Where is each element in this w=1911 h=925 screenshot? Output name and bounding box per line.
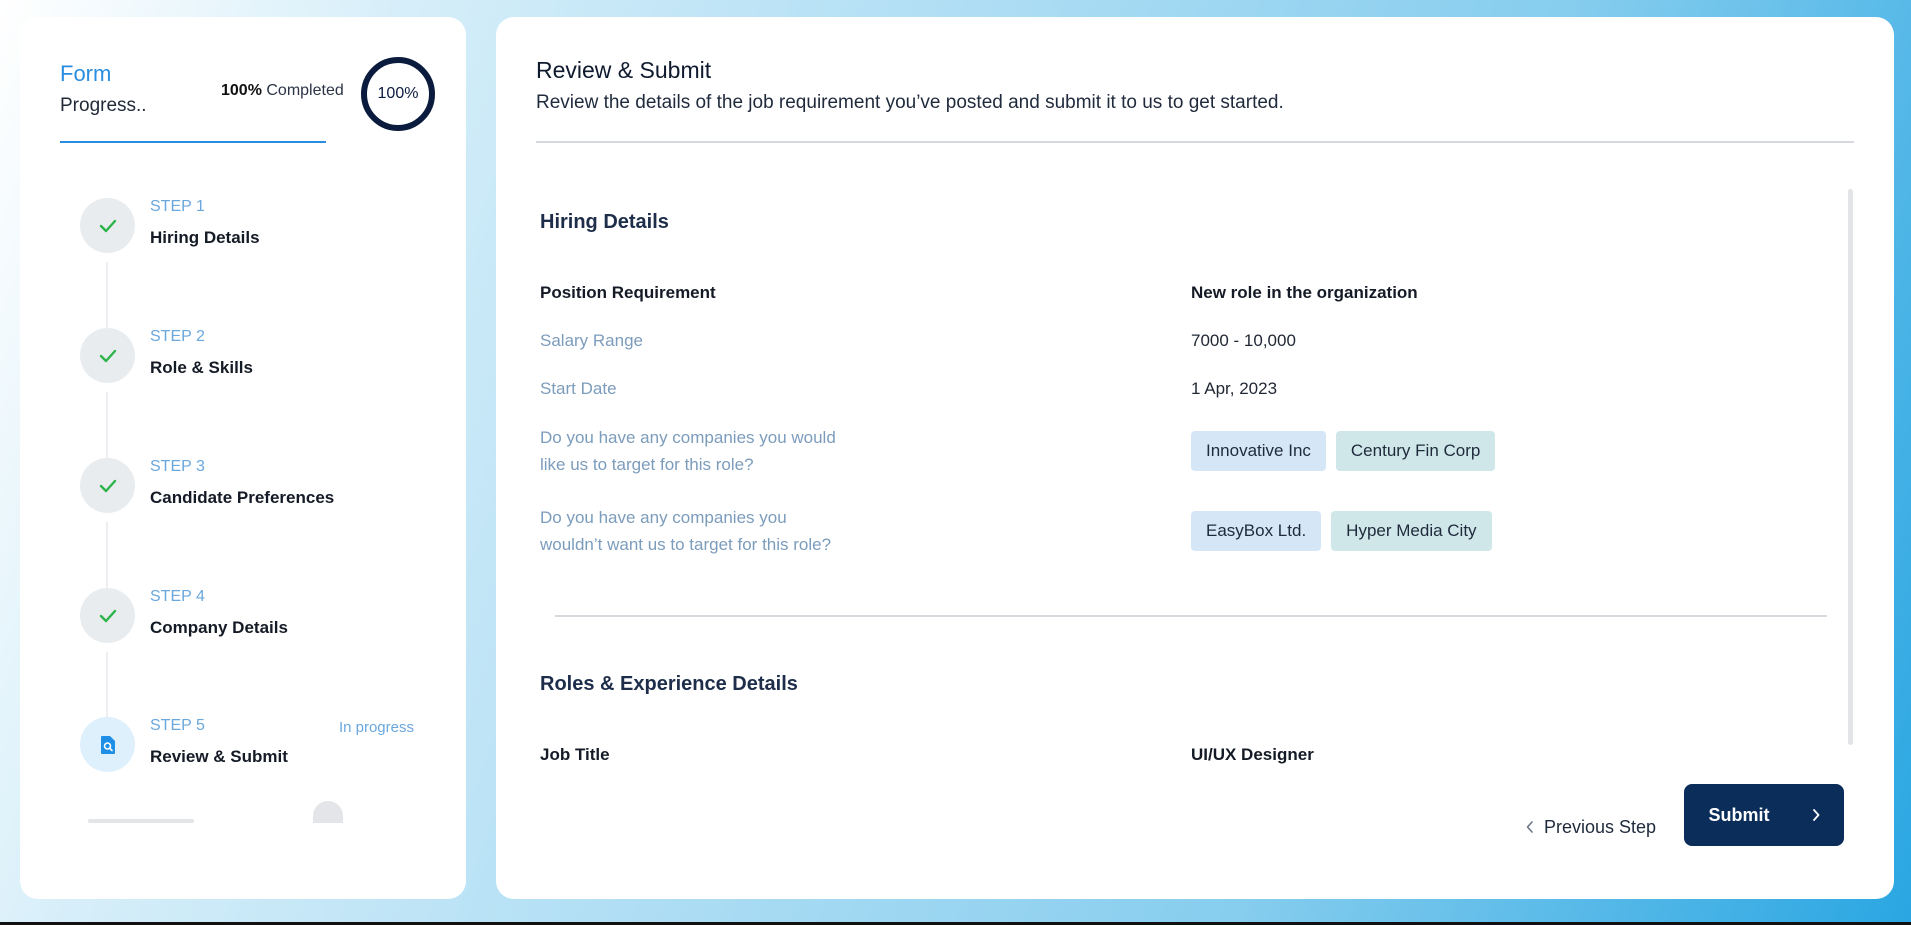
review-scroll-area[interactable]: Hiring Details Position Requirement New … <box>540 187 1830 767</box>
check-icon <box>99 349 116 362</box>
step-name: Candidate Preferences <box>150 488 335 507</box>
excluded-companies-label-line: wouldn’t want us to target for this role… <box>540 535 832 554</box>
job-title-label: Job Title <box>540 745 610 764</box>
position-value: New role in the organization <box>1191 283 1418 302</box>
excluded-companies-chips: EasyBox Ltd. Hyper Media City <box>1191 511 1492 551</box>
step-number: STEP 1 <box>150 198 205 215</box>
check-icon <box>99 479 116 492</box>
chevron-right-icon <box>1812 809 1819 821</box>
check-icon <box>99 219 116 232</box>
target-companies-label: Do you have any companies you would like… <box>540 424 836 478</box>
section-title-hiring: Hiring Details <box>540 211 669 233</box>
timeline-connector <box>106 522 108 597</box>
timeline-connector <box>106 652 108 727</box>
step-review-submit[interactable]: STEP 5 Review & Submit In progress <box>80 717 460 777</box>
step-indicator <box>80 458 135 513</box>
review-panel: Review & Submit Review the details of th… <box>496 17 1894 899</box>
step-indicator <box>80 198 135 253</box>
target-companies-label-line: Do you have any companies you would <box>540 428 836 447</box>
timeline-connector <box>106 392 108 467</box>
excluded-companies-label-line: Do you have any companies you <box>540 508 787 527</box>
step-hiring-details[interactable]: STEP 1 Hiring Details <box>80 198 460 258</box>
loading-placeholder-bar <box>88 819 194 823</box>
progress-summary: 100% Completed <box>221 82 344 100</box>
step-name: Company Details <box>150 618 288 637</box>
salary-label: Salary Range <box>540 331 644 350</box>
company-chip: EasyBox Ltd. <box>1191 511 1322 551</box>
step-status-badge: In progress <box>338 719 414 736</box>
timeline-connector <box>106 262 108 337</box>
submit-button[interactable]: Submit <box>1684 784 1844 846</box>
excluded-companies-label: Do you have any companies you wouldn’t w… <box>540 504 831 558</box>
step-candidate-preferences[interactable]: STEP 3 Candidate Preferences <box>80 458 460 518</box>
progress-label: Completed <box>266 82 344 99</box>
step-number: STEP 2 <box>150 328 205 345</box>
step-number: STEP 3 <box>150 458 205 475</box>
page-title: Review & Submit <box>536 57 712 83</box>
form-title: Form <box>60 61 112 86</box>
step-company-details[interactable]: STEP 4 Company Details <box>80 588 460 648</box>
document-search-icon <box>100 735 115 754</box>
step-indicator-active <box>80 717 135 772</box>
job-title-value: UI/UX Designer <box>1191 745 1314 764</box>
progress-ring-label: 100% <box>377 85 419 102</box>
progress-sidebar: Form Progress.. 100% Completed 100% STEP… <box>20 17 466 899</box>
salary-value: 7000 - 10,000 <box>1191 331 1296 350</box>
step-name: Review & Submit <box>150 747 288 766</box>
header-divider <box>536 141 1854 143</box>
step-indicator <box>80 588 135 643</box>
previous-step-button[interactable]: Previous Step <box>1526 807 1656 847</box>
page-description: Review the details of the job requiremen… <box>536 92 1284 113</box>
step-number: STEP 4 <box>150 588 205 605</box>
start-date-label: Start Date <box>540 379 617 398</box>
form-progress-header: Form Progress.. <box>60 61 147 117</box>
scrollbar[interactable] <box>1848 189 1853 745</box>
section-title-roles: Roles & Experience Details <box>540 673 798 695</box>
company-chip: Century Fin Corp <box>1335 431 1496 471</box>
company-chip: Innovative Inc <box>1191 431 1326 471</box>
step-name: Hiring Details <box>150 228 260 247</box>
target-companies-chips: Innovative Inc Century Fin Corp <box>1191 431 1496 471</box>
step-role-skills[interactable]: STEP 2 Role & Skills <box>80 328 460 388</box>
step-indicator <box>80 328 135 383</box>
position-label: Position Requirement <box>540 283 716 302</box>
previous-step-label: Previous Step <box>1544 816 1657 837</box>
section-divider <box>555 615 1827 617</box>
progress-percent: 100% <box>221 82 262 99</box>
step-number: STEP 5 <box>150 717 205 734</box>
progress-ring: 100% <box>361 57 435 131</box>
loading-placeholder-dot <box>313 801 343 823</box>
form-subtitle: Progress.. <box>60 95 147 116</box>
submit-label: Submit <box>1708 804 1770 825</box>
check-icon <box>99 609 116 622</box>
company-chip: Hyper Media City <box>1331 511 1492 551</box>
header-underline <box>60 141 326 143</box>
chevron-left-icon <box>1526 821 1533 833</box>
step-name: Role & Skills <box>150 358 253 377</box>
start-date-value: 1 Apr, 2023 <box>1191 379 1278 398</box>
target-companies-label-line: like us to target for this role? <box>540 455 754 474</box>
